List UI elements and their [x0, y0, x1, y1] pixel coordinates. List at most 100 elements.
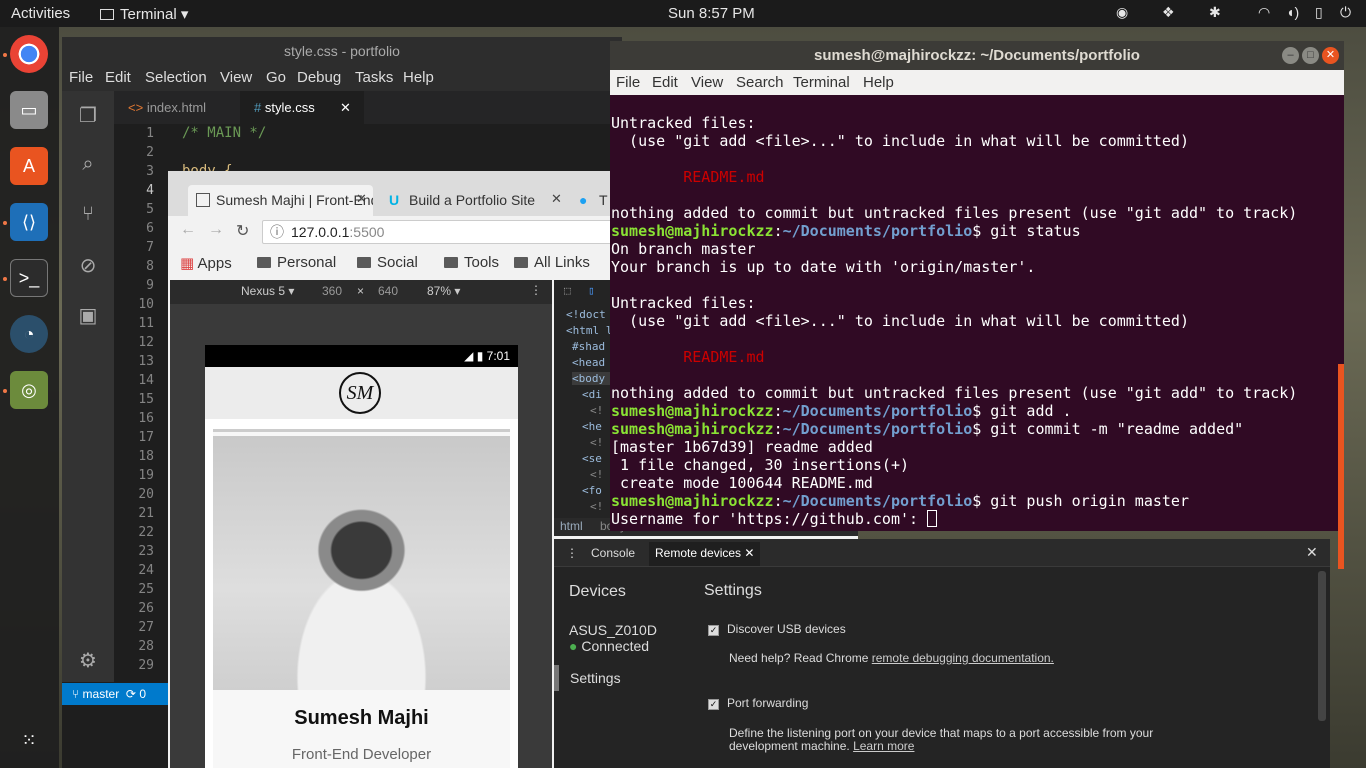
maximize-icon[interactable]: □	[1302, 47, 1319, 64]
source-control-icon[interactable]: ⑂	[76, 203, 100, 227]
device-mode-icon[interactable]: ▯	[588, 284, 595, 297]
height-input[interactable]: 640	[378, 284, 398, 298]
input-line[interactable]: Username for 'https://github.com':	[611, 510, 1340, 528]
dom-node[interactable]: <se	[582, 452, 602, 465]
files-icon[interactable]: ▭	[10, 91, 48, 129]
dom-comment[interactable]: <!	[590, 436, 603, 449]
bookmark-apps[interactable]: ▦ Apps	[180, 254, 232, 272]
dom-node[interactable]: <di	[582, 388, 602, 401]
line-number: 9	[146, 278, 154, 293]
site-logo[interactable]: SM	[339, 372, 381, 414]
browser-tab-active[interactable]: Sumesh Majhi | Front-End Developer	[188, 185, 373, 216]
battery-icon[interactable]: ▯	[1315, 4, 1323, 21]
close-tab-icon[interactable]: ✕	[551, 191, 562, 207]
menu-help[interactable]: Help	[403, 69, 434, 86]
extensions-icon[interactable]: ▣	[76, 303, 100, 327]
browser-tab[interactable]: ● T	[571, 185, 611, 216]
explorer-icon[interactable]: ❐	[76, 103, 100, 127]
close-window-icon[interactable]: ✕	[1322, 47, 1339, 64]
menu-file[interactable]: File	[616, 74, 640, 91]
bookmark-social[interactable]: Social	[357, 254, 418, 271]
monitor-icon[interactable]: ◉	[1116, 4, 1128, 21]
dom-node[interactable]: #shad	[572, 340, 605, 353]
menu-edit[interactable]: Edit	[652, 74, 678, 91]
inspect-icon[interactable]: ⬚	[564, 284, 571, 297]
wifi-icon[interactable]: ◠	[1258, 4, 1270, 21]
tab-remote-devices[interactable]: Remote devices ✕	[649, 542, 761, 566]
clock[interactable]: Sun 8:57 PM	[668, 5, 755, 22]
tab-console[interactable]: Console	[591, 546, 635, 560]
reload-icon[interactable]: ↻	[236, 221, 249, 241]
settings-nav-item[interactable]: Settings	[554, 665, 692, 691]
power-icon[interactable]: ⏻	[1340, 4, 1351, 21]
browser-tab[interactable]: U Build a Portfolio Site	[381, 185, 541, 216]
debug-icon[interactable]: ⊘	[76, 253, 100, 277]
image-viewer-icon[interactable]: ◎	[10, 371, 48, 409]
output-line: 1 file changed, 30 insertions(+)	[611, 456, 910, 474]
dom-comment[interactable]: <!	[590, 404, 603, 417]
chrome-icon[interactable]	[10, 35, 48, 73]
bookmark-personal[interactable]: Personal	[257, 254, 336, 271]
search-icon[interactable]: ⌕	[76, 153, 100, 177]
menu-search[interactable]: Search	[736, 74, 784, 91]
vscode-icon[interactable]: ⟨⟩	[10, 203, 48, 241]
close-tab-icon[interactable]: ✕	[744, 546, 754, 560]
tab-style-css[interactable]: # style.css ✕	[240, 91, 364, 124]
menu-go[interactable]: Go	[266, 69, 286, 86]
device-name: ASUS_Z010D	[569, 622, 657, 638]
menu-view[interactable]: View	[220, 69, 252, 86]
disk-usage-icon[interactable]: ◔	[10, 315, 48, 353]
dropbox-icon[interactable]: ❖	[1162, 4, 1175, 21]
menu-help[interactable]: Help	[863, 74, 894, 91]
app-menu-button[interactable]: Terminal ▾	[100, 5, 188, 23]
show-applications-icon[interactable]: ⁙	[10, 721, 48, 759]
dom-node[interactable]: <head	[572, 356, 605, 369]
more-options-icon[interactable]: ⋮	[530, 283, 542, 297]
terminal-output[interactable]: Untracked files: (use "git add <file>...…	[610, 96, 1340, 531]
dom-comment[interactable]: <!	[590, 500, 603, 513]
device-select[interactable]: Nexus 5 ▾	[241, 284, 294, 298]
menu-edit[interactable]: Edit	[105, 69, 131, 86]
menu-tasks[interactable]: Tasks	[355, 69, 393, 86]
remote-debugging-link[interactable]: remote debugging documentation.	[872, 651, 1054, 665]
bookmark-tools[interactable]: Tools	[444, 254, 499, 271]
width-input[interactable]: 360	[322, 284, 342, 298]
dom-comment[interactable]: <!	[590, 468, 603, 481]
zoom-select[interactable]: 87% ▾	[427, 284, 460, 298]
volume-icon[interactable]: ◖)	[1286, 4, 1299, 20]
drawer-menu-icon[interactable]: ⋮	[566, 546, 578, 560]
branch-name[interactable]: master	[83, 687, 120, 701]
back-icon[interactable]: ←	[180, 221, 196, 239]
port-forwarding-checkbox[interactable]: ✓ Port forwarding	[708, 696, 808, 710]
dom-node[interactable]: <html l	[566, 324, 612, 337]
minimize-icon[interactable]: –	[1282, 47, 1299, 64]
menu-terminal[interactable]: Terminal	[793, 74, 850, 91]
sync-icon[interactable]: ⟳	[126, 687, 136, 701]
dom-node[interactable]: <he	[582, 420, 602, 433]
software-center-icon[interactable]: A	[10, 147, 48, 185]
device-item[interactable]: ASUS_Z010D ● Connected	[569, 622, 657, 654]
drawer-scrollbar[interactable]	[1318, 571, 1326, 721]
menu-file[interactable]: File	[69, 69, 93, 86]
line-number: 15	[138, 392, 154, 407]
terminal-app-icon[interactable]: >_	[10, 259, 48, 297]
forward-icon[interactable]: →	[208, 221, 224, 239]
dom-node[interactable]: <!doct	[566, 308, 606, 321]
gear-icon[interactable]: ⚙	[76, 648, 100, 672]
tab-index-html[interactable]: <> index.html	[114, 91, 240, 124]
activities-button[interactable]: Activities	[11, 5, 70, 22]
close-tab-icon[interactable]: ✕	[340, 91, 351, 124]
bookmark-all-links[interactable]: All Links	[514, 254, 590, 271]
learn-more-link[interactable]: Learn more	[853, 739, 914, 753]
terminal-scrollbar[interactable]	[1338, 364, 1344, 569]
dom-node[interactable]: <fo	[582, 484, 602, 497]
close-drawer-icon[interactable]: ✕	[1306, 544, 1318, 561]
menu-debug[interactable]: Debug	[297, 69, 341, 86]
line-number: 17	[138, 430, 154, 445]
discover-usb-checkbox[interactable]: ✓ Discover USB devices	[708, 622, 846, 636]
menu-view[interactable]: View	[691, 74, 723, 91]
menu-selection[interactable]: Selection	[145, 69, 207, 86]
close-tab-icon[interactable]: ✕	[356, 191, 367, 207]
crumb-html[interactable]: html	[560, 519, 583, 533]
settings-gear-icon[interactable]: ✱	[1209, 4, 1221, 21]
